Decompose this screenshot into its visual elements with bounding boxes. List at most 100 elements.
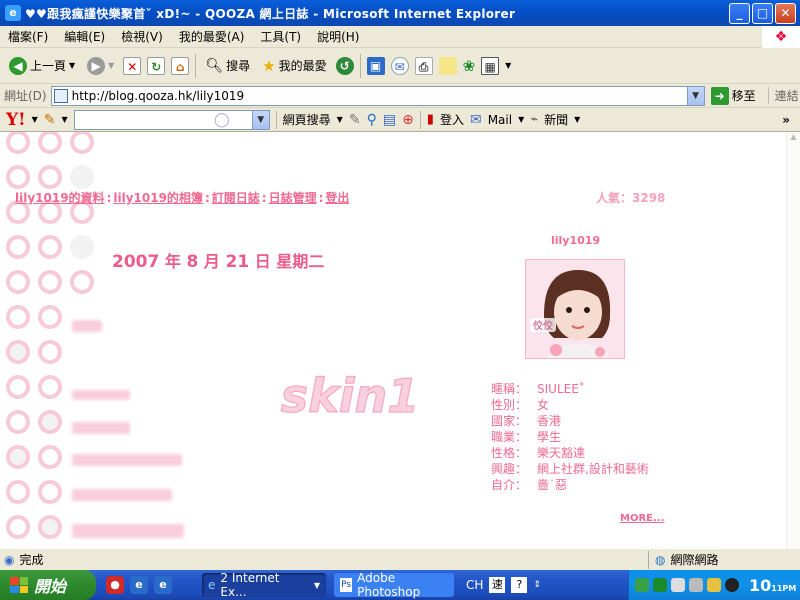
menu-file[interactable]: 檔案(F) xyxy=(0,28,56,45)
date-day: 21 xyxy=(225,252,250,272)
start-button[interactable]: 開始 xyxy=(0,570,96,600)
ime-icon[interactable]: 速 xyxy=(489,577,506,593)
minimize-button[interactable]: _ xyxy=(729,3,750,24)
layout-icon[interactable]: ▤ xyxy=(383,112,396,128)
avatar-caption: 佼佼 xyxy=(533,319,553,332)
system-tray: 1011PM xyxy=(628,570,800,600)
research-icon[interactable]: ▦ xyxy=(481,56,500,75)
yahoo-search-input[interactable]: ◯ ▼ xyxy=(73,109,270,130)
menu-favorites[interactable]: 我的最愛(A) xyxy=(171,28,253,45)
profile-key: 職業： xyxy=(491,430,528,444)
filter-icon[interactable]: ⚲ xyxy=(367,112,377,128)
search-button[interactable]: 🔍︎ 搜尋 xyxy=(202,55,253,76)
print-icon[interactable]: ⎙ xyxy=(414,56,433,75)
more-link[interactable]: MORE... xyxy=(620,513,664,524)
close-button[interactable]: ✕ xyxy=(775,3,796,24)
globe-icon: ◍ xyxy=(655,552,666,567)
quicklaunch-ie-icon[interactable]: e xyxy=(154,576,172,594)
home-icon[interactable]: ⌂ xyxy=(171,56,190,75)
chevron-down-icon[interactable]: ▼ xyxy=(32,115,38,124)
menu-view[interactable]: 檢視(V) xyxy=(113,28,171,45)
toolbar-divider xyxy=(195,53,197,78)
profile-row: 自介： 嗇˙惡 xyxy=(491,477,671,493)
nav-manage-link[interactable]: 日誌管理 xyxy=(269,191,317,205)
mail-icon: ✉ xyxy=(469,111,482,128)
date-month: 8 xyxy=(186,252,199,272)
note-icon[interactable] xyxy=(438,56,457,75)
refresh-icon[interactable]: ↻ xyxy=(147,56,166,75)
go-button[interactable]: ➜ 移至 xyxy=(710,86,756,105)
taskbar-item-photoshop[interactable]: Ps Adobe Photoshop xyxy=(334,571,454,599)
menu-bar: 檔案(F) 編輯(E) 檢視(V) 我的最愛(A) 工具(T) 說明(H) xyxy=(0,26,800,48)
chevron-down-icon: ▼ xyxy=(108,61,115,70)
highlighter-icon[interactable]: ✎ xyxy=(349,112,361,128)
tray-app-icon[interactable] xyxy=(707,578,721,592)
chevron-down-icon[interactable]: ▼ xyxy=(62,115,68,124)
web-search-button[interactable]: 網頁搜尋 xyxy=(283,111,331,128)
tray-disk-icon[interactable] xyxy=(671,578,685,592)
star-icon: ★ xyxy=(262,56,276,75)
tray-user-icon[interactable] xyxy=(635,578,649,592)
language-bar[interactable]: CH 速 ? ⇕ xyxy=(466,577,541,593)
menu-help[interactable]: 說明(H) xyxy=(309,28,367,45)
profile-key: 國家： xyxy=(491,414,528,428)
profile-value: 女 xyxy=(537,398,550,412)
clock[interactable]: 1011PM xyxy=(749,576,796,595)
chevron-down-icon[interactable]: ▼ xyxy=(518,115,524,124)
tray-media-icon[interactable] xyxy=(725,578,739,592)
nav-logout-link[interactable]: 登出 xyxy=(325,191,349,205)
nav-subscribe-link[interactable]: 訂閱日誌 xyxy=(212,191,260,205)
search-dropdown-button[interactable]: ▼ xyxy=(251,110,269,129)
chevron-down-icon[interactable]: ▼ xyxy=(574,115,580,124)
stop-icon[interactable]: ✕ xyxy=(123,56,142,75)
messenger-icon[interactable]: ❀ xyxy=(463,57,476,75)
taskbar-item-ie[interactable]: e 2 Internet Ex... ▼ xyxy=(202,571,326,599)
forward-button[interactable]: ▶ ▼ xyxy=(84,55,117,77)
nav-album-link[interactable]: lily1019的相簿 xyxy=(113,191,203,205)
links-button[interactable]: 連結 xyxy=(767,87,799,104)
profile-key: 性格： xyxy=(491,446,528,460)
tray-volume-icon[interactable] xyxy=(689,578,703,592)
quicklaunch-ie-icon[interactable]: e xyxy=(130,576,148,594)
zone-label: 網際網路 xyxy=(670,553,719,567)
language-label: CH xyxy=(466,578,484,592)
options-icon[interactable]: ⇕ xyxy=(533,580,541,590)
chevron-down-icon[interactable]: ▼ xyxy=(337,115,343,124)
chevron-down-icon[interactable]: ▼ xyxy=(505,61,511,70)
photoshop-icon: Ps xyxy=(340,578,353,592)
page-icon xyxy=(53,88,68,103)
history-icon[interactable]: ↺ xyxy=(335,56,354,75)
blurred-text xyxy=(72,489,172,501)
login-button[interactable]: 登入 xyxy=(440,111,464,128)
yahoo-logo[interactable]: Y! xyxy=(6,110,26,130)
blurred-text xyxy=(72,390,130,400)
back-label: 上一頁 xyxy=(30,59,67,73)
nav-profile-link[interactable]: lily1019的資料 xyxy=(15,191,105,205)
quicklaunch-app-icon[interactable]: ● xyxy=(106,576,124,594)
post-date: 2007 年 8 月 21 日 星期二 xyxy=(112,248,324,272)
profile-row: 國家： 香港 xyxy=(491,413,671,429)
target-icon[interactable]: ⊕ xyxy=(402,112,414,128)
address-dropdown-button[interactable]: ▼ xyxy=(686,86,704,105)
help-icon[interactable]: ? xyxy=(511,577,528,593)
avatar[interactable]: 佼佼 xyxy=(525,259,625,359)
favorites-button[interactable]: ★ 我的最愛 xyxy=(259,55,329,77)
page-done-icon: ◉ xyxy=(4,552,15,567)
address-input[interactable]: http://blog.qooza.hk/lily1019 ▼ xyxy=(50,85,705,106)
scroll-up-icon[interactable]: ▲ xyxy=(787,132,800,144)
news-button[interactable]: 新聞 xyxy=(544,111,568,128)
pencil-icon[interactable]: ✎ xyxy=(44,112,56,128)
more-button[interactable]: » xyxy=(782,113,790,127)
address-url[interactable]: http://blog.qooza.hk/lily1019 xyxy=(72,89,687,103)
menu-tools[interactable]: 工具(T) xyxy=(252,28,309,45)
tray-messenger-icon[interactable] xyxy=(653,578,667,592)
profile-value: 嗇˙惡 xyxy=(537,478,568,492)
window-icon[interactable]: ▣ xyxy=(366,56,385,75)
maximize-button[interactable]: □ xyxy=(752,3,773,24)
start-label: 開始 xyxy=(34,577,67,596)
mail-icon[interactable]: ✉ xyxy=(390,56,409,75)
menu-edit[interactable]: 編輯(E) xyxy=(56,28,113,45)
vertical-scrollbar[interactable]: ▲ xyxy=(786,132,800,548)
mail-button[interactable]: Mail xyxy=(488,113,512,127)
back-button[interactable]: ◀ 上一頁 ▼ xyxy=(6,55,78,77)
